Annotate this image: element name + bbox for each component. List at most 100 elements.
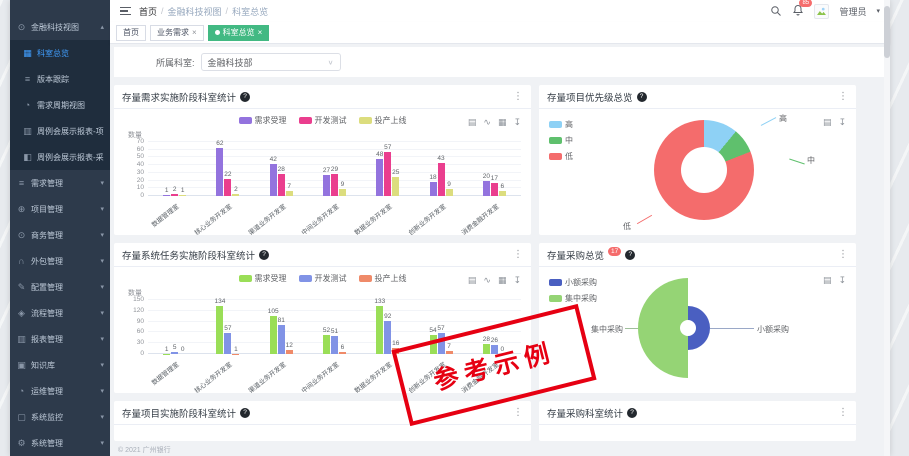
sidebar-item-4[interactable]: ▥周例会展示报表-项目: [10, 118, 110, 144]
file-text-icon[interactable]: ▤: [823, 117, 832, 128]
hamburger-icon[interactable]: [120, 7, 131, 16]
more-icon[interactable]: ⋮: [513, 407, 523, 418]
legend-swatch: [239, 275, 252, 282]
bar-group: 52516: [308, 300, 361, 354]
sidebar-item-label: 报表管理: [31, 334, 63, 345]
user-menu-caret-icon[interactable]: ▾: [876, 7, 880, 15]
help-icon[interactable]: ?: [625, 250, 635, 260]
search-icon[interactable]: [770, 5, 782, 17]
notification-bell-icon[interactable]: 85: [792, 4, 804, 18]
legend-item[interactable]: 需求受理: [239, 115, 287, 126]
card-title: 存量项目实施阶段科室统计: [122, 406, 236, 420]
file-text-icon[interactable]: ▤: [468, 117, 477, 128]
slice-label-low: 低: [623, 221, 631, 232]
bar: 105: [270, 316, 277, 354]
x-tick: 中间业务开发室: [308, 198, 361, 226]
help-icon[interactable]: ?: [259, 250, 269, 260]
scrollbar-thumb[interactable]: [884, 6, 890, 58]
card-header: 存量系统任务实施阶段科室统计 ? ⋮: [114, 243, 531, 267]
file-text-icon[interactable]: ▤: [823, 275, 832, 286]
tab-科室总览[interactable]: 科室总览×: [208, 25, 270, 41]
x-tick: 渠道业务开发室: [255, 198, 308, 226]
download-icon[interactable]: ↧: [838, 275, 846, 286]
legend-item[interactable]: 开发测试: [299, 273, 347, 284]
more-icon[interactable]: ⋮: [513, 91, 523, 102]
help-icon[interactable]: ?: [627, 408, 637, 418]
legend-item[interactable]: 小额采购: [549, 277, 597, 288]
download-icon[interactable]: ↧: [513, 275, 521, 286]
legend-label: 高: [565, 119, 573, 130]
legend-item[interactable]: 需求受理: [239, 273, 287, 284]
legend-item[interactable]: 投产上线: [359, 115, 407, 126]
sidebar-item-9[interactable]: ∩外包管理▾: [10, 248, 110, 274]
legend-item[interactable]: 投产上线: [359, 273, 407, 284]
close-tab-icon[interactable]: ×: [258, 28, 263, 37]
tab-业务需求[interactable]: 业务需求×: [150, 25, 204, 41]
bar: 5: [171, 352, 178, 354]
sidebar-item-2[interactable]: ≡版本跟踪: [10, 66, 110, 92]
more-icon[interactable]: ⋮: [513, 249, 523, 260]
more-icon[interactable]: ⋮: [838, 407, 848, 418]
username-label[interactable]: 管理员: [839, 5, 866, 18]
bar: 43: [438, 163, 445, 196]
slice-label-small-amount: 小额采购: [757, 324, 789, 335]
bar-group: 27299: [308, 142, 361, 196]
sidebar-item-5[interactable]: ◧周例会展示报表-采购: [10, 144, 110, 170]
help-icon[interactable]: ?: [240, 92, 250, 102]
system-monitor-icon: ▢: [16, 412, 27, 423]
tab-首页[interactable]: 首页: [116, 25, 146, 41]
slice-label-mid: 中: [807, 155, 815, 166]
sidebar-item-label: 版本跟踪: [37, 74, 69, 85]
more-icon[interactable]: ⋮: [838, 91, 848, 102]
sidebar-item-0[interactable]: ⊙金融科技视图▴: [10, 14, 110, 40]
download-icon[interactable]: ↧: [513, 117, 521, 128]
sidebar-item-12[interactable]: ▥报表管理▾: [10, 326, 110, 352]
legend-label: 低: [565, 151, 573, 162]
sidebar-item-3[interactable]: ◔需求周期视图: [10, 92, 110, 118]
slice-label-high: 高: [779, 113, 787, 124]
x-tick: 消费金融开发室: [468, 198, 521, 226]
more-icon[interactable]: ⋮: [838, 249, 848, 260]
line-chart-icon[interactable]: ∿: [483, 275, 491, 286]
sidebar-item-13[interactable]: ▣知识库▾: [10, 352, 110, 378]
chevron-up-icon: ▴: [100, 23, 104, 31]
sidebar-item-7[interactable]: ⊕项目管理▾: [10, 196, 110, 222]
chevron-down-icon: ▾: [100, 335, 104, 343]
sidebar-item-11[interactable]: ◈流程管理▾: [10, 300, 110, 326]
help-icon[interactable]: ?: [240, 408, 250, 418]
avatar[interactable]: [814, 4, 829, 19]
sidebar-item-1[interactable]: ▦科室总览: [10, 40, 110, 66]
legend-item[interactable]: 高: [549, 119, 573, 130]
sidebar-item-10[interactable]: ✎配置管理▾: [10, 274, 110, 300]
bar: 7: [286, 191, 293, 196]
bar-chart-icon[interactable]: ▦: [498, 117, 507, 128]
y-tick-label: 10: [122, 184, 144, 191]
legend-item[interactable]: 开发测试: [299, 115, 347, 126]
bar: 51: [331, 336, 338, 354]
card-header: 存量采购总览 17 ? ⋮: [539, 243, 856, 267]
help-icon[interactable]: ?: [637, 92, 647, 102]
legend-item[interactable]: 集中采购: [549, 293, 597, 304]
scrollbar[interactable]: [884, 0, 890, 456]
chevron-down-icon: ▾: [100, 309, 104, 317]
bar-chart-icon[interactable]: ▦: [498, 275, 507, 286]
sidebar-item-16[interactable]: ⚙系统管理▾: [10, 430, 110, 456]
file-text-icon[interactable]: ▤: [468, 275, 477, 286]
breadcrumb-fintech-view[interactable]: 金融科技视图: [168, 5, 222, 18]
legend-item[interactable]: 低: [549, 151, 573, 162]
bar: 57: [384, 152, 391, 196]
bar-value-label: 22: [224, 171, 231, 178]
sidebar-item-14[interactable]: ◔运维管理▾: [10, 378, 110, 404]
department-select[interactable]: 金融科技部 ∨: [201, 53, 341, 71]
close-tab-icon[interactable]: ×: [192, 28, 197, 37]
sidebar-item-15[interactable]: ▢系统监控▾: [10, 404, 110, 430]
line-chart-icon[interactable]: ∿: [483, 117, 491, 128]
breadcrumb-home[interactable]: 首页: [139, 5, 157, 18]
card-header: 存量项目优先级总览 ? ⋮: [539, 85, 856, 109]
download-icon[interactable]: ↧: [838, 117, 846, 128]
sidebar-item-6[interactable]: ≡需求管理▾: [10, 170, 110, 196]
legend-item[interactable]: 中: [549, 135, 573, 146]
bar-value-label: 133: [374, 298, 385, 305]
sidebar-item-8[interactable]: ⊙商务管理▾: [10, 222, 110, 248]
purchase-count-badge: 17: [608, 247, 621, 256]
